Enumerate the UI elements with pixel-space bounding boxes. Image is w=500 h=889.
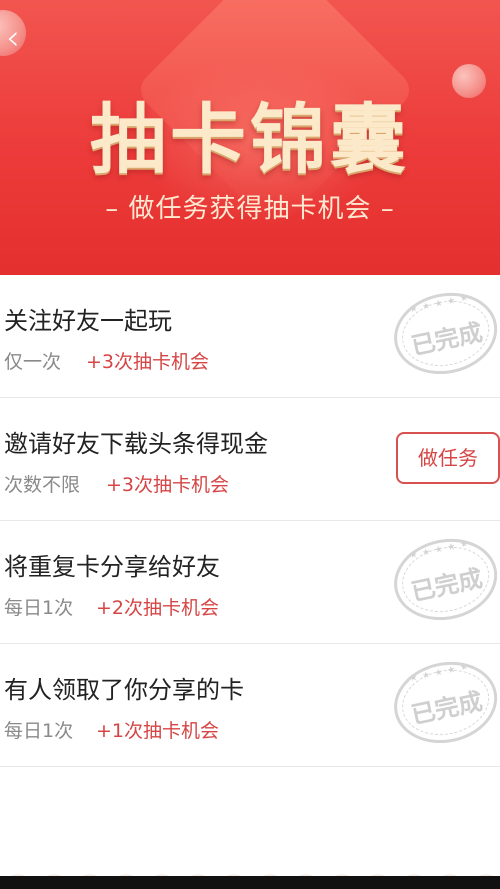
task-limit: 仅一次 xyxy=(4,351,62,373)
task-reward: +1次抽卡机会 xyxy=(96,720,220,742)
completed-stamp: ★ ★ ★ ★ ★ 已完成 xyxy=(386,529,500,634)
task-limit: 每日1次 xyxy=(4,720,74,742)
header-banner: ‹ 抽卡锦囊 – 做任务获得抽卡机会 – xyxy=(0,0,500,275)
completed-stamp: ★ ★ ★ ★ ★ 已完成 xyxy=(386,283,500,388)
task-item: 关注好友一起玩 仅一次 +3次抽卡机会 ★ ★ ★ ★ ★ 已完成 xyxy=(0,275,500,398)
task-name: 邀请好友下载头条得现金 xyxy=(4,430,268,458)
task-name: 有人领取了你分享的卡 xyxy=(4,676,244,704)
chevron-left-icon: ‹ xyxy=(6,18,20,58)
bottom-bar xyxy=(0,876,500,889)
task-name: 将重复卡分享给好友 xyxy=(4,553,220,581)
page-title: 抽卡锦囊 xyxy=(90,95,410,184)
task-reward: +2次抽卡机会 xyxy=(96,597,220,619)
task-item: 将重复卡分享给好友 每日1次 +2次抽卡机会 ★ ★ ★ ★ ★ 已完成 xyxy=(0,521,500,644)
task-name: 关注好友一起玩 xyxy=(4,307,172,335)
task-limit: 每日1次 xyxy=(4,597,74,619)
task-item: 有人领取了你分享的卡 每日1次 +1次抽卡机会 ★ ★ ★ ★ ★ 已完成 xyxy=(0,644,500,767)
do-task-button[interactable]: 做任务 xyxy=(396,432,500,484)
back-button[interactable]: ‹ xyxy=(6,18,36,58)
completed-stamp: ★ ★ ★ ★ ★ 已完成 xyxy=(386,652,500,757)
task-reward: +3次抽卡机会 xyxy=(86,351,210,373)
task-limit: 次数不限 xyxy=(4,474,81,496)
page-subtitle: – 做任务获得抽卡机会 – xyxy=(105,194,395,224)
task-reward: +3次抽卡机会 xyxy=(106,474,230,496)
task-item: 邀请好友下载头条得现金 次数不限 +3次抽卡机会 做任务 xyxy=(0,398,500,521)
task-list: 关注好友一起玩 仅一次 +3次抽卡机会 ★ ★ ★ ★ ★ 已完成 邀请好友下载… xyxy=(0,275,500,767)
